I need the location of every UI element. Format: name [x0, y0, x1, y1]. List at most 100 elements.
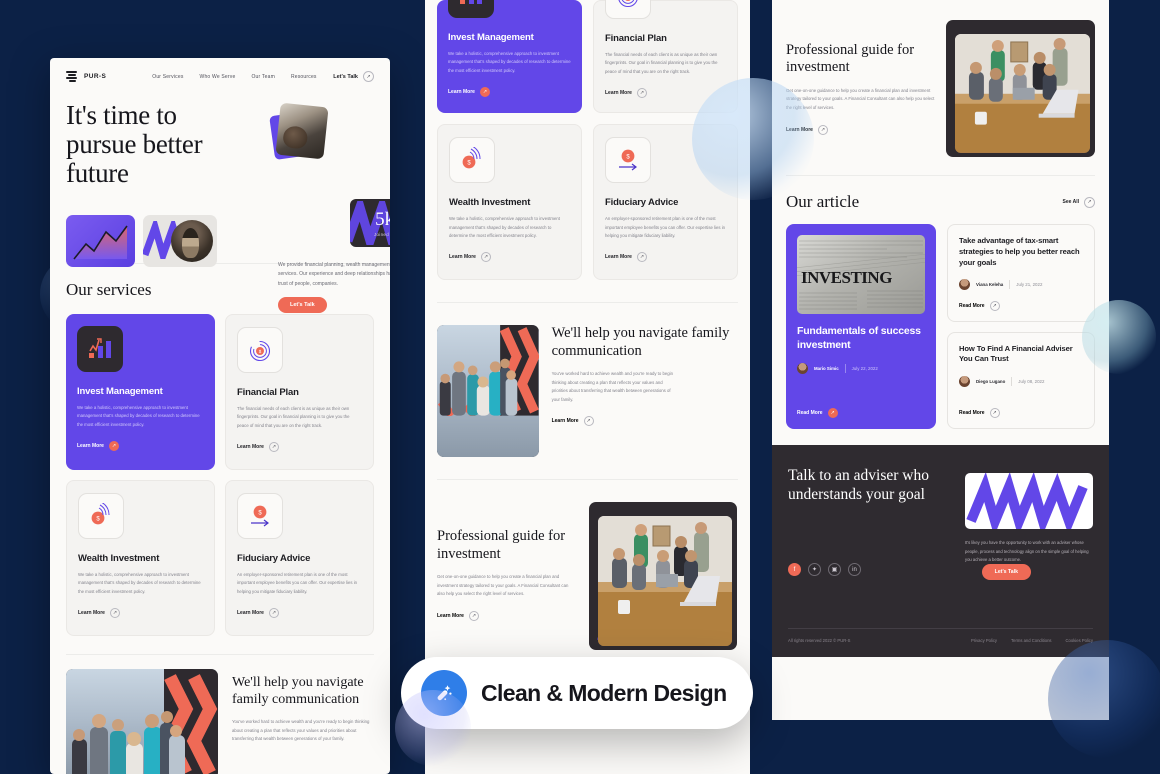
read-more-link[interactable]: Read More ↗: [959, 408, 1083, 419]
badge-label: Clean & Modern Design: [481, 679, 727, 706]
article-meta: Mario Simic July 22, 2022: [797, 363, 925, 375]
guide-copy: Professional guide for investment Get on…: [437, 502, 577, 621]
service-card-fiduciary-advice[interactable]: $ Fiduciary Advice An employer-sponsored…: [225, 480, 374, 636]
learn-more-label: Learn More: [551, 418, 579, 425]
featured-article-title: Fundamentals of success investment: [797, 325, 921, 351]
footer-link-terms[interactable]: Terms and Conditions: [1011, 638, 1052, 643]
learn-more-label: Learn More: [237, 610, 264, 617]
service-title: Invest Management: [448, 32, 534, 43]
hero-section: It's time to pursue better future 5k+ Jo…: [50, 93, 390, 313]
learn-more-link[interactable]: Learn More ↗: [237, 442, 362, 453]
article-card[interactable]: Take advantage of tax-smart strategies t…: [947, 224, 1095, 322]
brand-name: PUR-S: [84, 73, 107, 80]
read-more-link[interactable]: Read More ↗: [797, 408, 925, 419]
arrow-up-right-icon: ↗: [468, 610, 479, 621]
article-title: Take advantage of tax-smart strategies t…: [959, 236, 1080, 267]
hero-paragraph: We provide financial planning, wealth ma…: [278, 262, 390, 287]
footer-links: Privacy Policy Terms and Conditions Cook…: [971, 638, 1093, 643]
line-chart-icon: [73, 225, 128, 260]
divider: [1011, 377, 1013, 387]
nav-item-our-team[interactable]: Our Team: [251, 74, 274, 80]
services-grid: Invest Management We take a holistic, co…: [66, 314, 374, 636]
crowd-figures: [72, 711, 185, 774]
learn-more-link[interactable]: Learn More ↗: [237, 608, 362, 619]
stat-value: 5k+: [375, 208, 390, 230]
service-card-financial-plan[interactable]: Financial Plan The financial needs of ea…: [593, 0, 738, 114]
service-body: An employer-sponsored retirement plan is…: [605, 216, 726, 238]
read-more-link[interactable]: Read More ↗: [959, 300, 1083, 311]
office-scene: [598, 516, 732, 647]
learn-more-label: Learn More: [449, 254, 476, 261]
hero-cta-button[interactable]: Let's Talk: [278, 296, 327, 313]
divider: [786, 175, 1095, 176]
arrow-up-right-icon: ↗: [636, 88, 647, 99]
instagram-icon[interactable]: ▣: [828, 563, 841, 577]
office-scene: [954, 34, 1090, 153]
facebook-icon[interactable]: f: [788, 563, 801, 577]
service-body: We take a holistic, comprehensive approa…: [448, 51, 571, 73]
nav-item-resources[interactable]: Resources: [291, 74, 317, 80]
linkedin-icon[interactable]: in: [848, 563, 861, 577]
article-author: Viana Keleha: [976, 282, 1004, 288]
learn-more-link[interactable]: Learn More ↗: [551, 416, 738, 427]
family-body: You've worked hard to achieve wealth and…: [232, 719, 370, 742]
guide-section: Professional guide for investment Get on…: [425, 502, 750, 651]
family-body: You've worked hard to achieve wealth and…: [551, 370, 673, 402]
guide-body: Get one-on-one guidance to help you crea…: [437, 573, 569, 597]
article-date: July 22, 2022: [851, 366, 878, 372]
arrow-up-right-icon: ↗: [817, 124, 828, 135]
divider: [437, 302, 738, 304]
article-author: Diego Lugano: [976, 379, 1006, 385]
articles-grid: INVESTING Fundamentals of success invest…: [772, 224, 1109, 430]
service-body: We take a holistic, comprehensive approa…: [77, 405, 200, 427]
service-card-invest-management[interactable]: Invest Management We take a holistic, co…: [66, 314, 215, 470]
stat-card: 5k+ Joined PUR-S: [350, 199, 390, 247]
learn-more-link[interactable]: Learn More ↗: [437, 610, 577, 621]
read-more-label: Read More: [959, 302, 985, 309]
article-card[interactable]: How To Find A Financial Adviser You Can …: [947, 331, 1095, 430]
learn-more-label: Learn More: [77, 443, 104, 450]
poster-canvas: PUR-S Our Services Who We Serve Our Team…: [0, 0, 1160, 774]
learn-more-label: Learn More: [78, 610, 105, 617]
nav-item-who-we-serve[interactable]: Who We Serve: [200, 74, 236, 80]
target-orbit-icon: $: [237, 327, 283, 373]
social-links: f ✦ ▣ in: [788, 563, 861, 577]
service-card-fiduciary-advice[interactable]: $ Fiduciary Advice An employer-sponsored…: [593, 124, 738, 281]
divider: [844, 364, 846, 374]
guide-title: Professional guide for investment: [786, 42, 915, 76]
service-card-wealth-investment[interactable]: $ Wealth Investment We take a holistic, …: [437, 124, 582, 281]
nav-cta-lets-talk[interactable]: Let's Talk ↗: [333, 71, 374, 82]
learn-more-link[interactable]: Learn More ↗: [786, 124, 936, 135]
service-title: Financial Plan: [605, 33, 667, 44]
featured-article-card[interactable]: INVESTING Fundamentals of success invest…: [786, 224, 936, 430]
twitter-icon[interactable]: ✦: [808, 563, 821, 577]
site-navbar: PUR-S Our Services Who We Serve Our Team…: [50, 58, 390, 93]
office-photo: [954, 34, 1090, 153]
signal-coin-icon: $: [449, 137, 495, 184]
learn-more-link[interactable]: Learn More ↗: [77, 441, 204, 452]
learn-more-link[interactable]: Learn More ↗: [605, 88, 726, 99]
learn-more-link[interactable]: Learn More ↗: [448, 87, 571, 98]
service-card-financial-plan[interactable]: $ Financial Plan The financial needs of …: [225, 314, 374, 470]
footer-cta-button[interactable]: Let's Talk: [981, 564, 1031, 581]
brand-logo[interactable]: PUR-S: [66, 70, 106, 83]
service-card-invest-management[interactable]: Invest Management We take a holistic, co…: [437, 0, 582, 114]
preview-column-landing: PUR-S Our Services Who We Serve Our Team…: [50, 58, 390, 774]
arrow-up-right-icon: ↗: [363, 71, 374, 82]
nav-item-our-services[interactable]: Our Services: [152, 74, 183, 80]
arrow-up-right-icon: ↗: [1084, 196, 1095, 208]
divider: [1009, 280, 1011, 290]
learn-more-link[interactable]: Learn More ↗: [449, 252, 570, 263]
service-title: Invest Management: [77, 386, 163, 397]
service-card-wealth-investment[interactable]: $ Wealth Investment We take a holistic, …: [66, 480, 215, 636]
arrow-up-right-icon: ↗: [268, 442, 279, 453]
learn-more-link[interactable]: Learn More ↗: [605, 252, 726, 263]
footer-link-privacy-policy[interactable]: Privacy Policy: [971, 638, 997, 643]
magic-wand-icon: [421, 670, 467, 716]
learn-more-link[interactable]: Learn More ↗: [78, 608, 203, 619]
see-all-link[interactable]: See All ↗: [1063, 196, 1095, 208]
article-date: July 21, 2022: [1016, 282, 1043, 288]
site-footer: Talk to an adviser who understands your …: [772, 445, 1109, 658]
hero-photo-people: [275, 102, 329, 160]
footer-link-cookies[interactable]: Cookies Policy: [1066, 638, 1093, 643]
